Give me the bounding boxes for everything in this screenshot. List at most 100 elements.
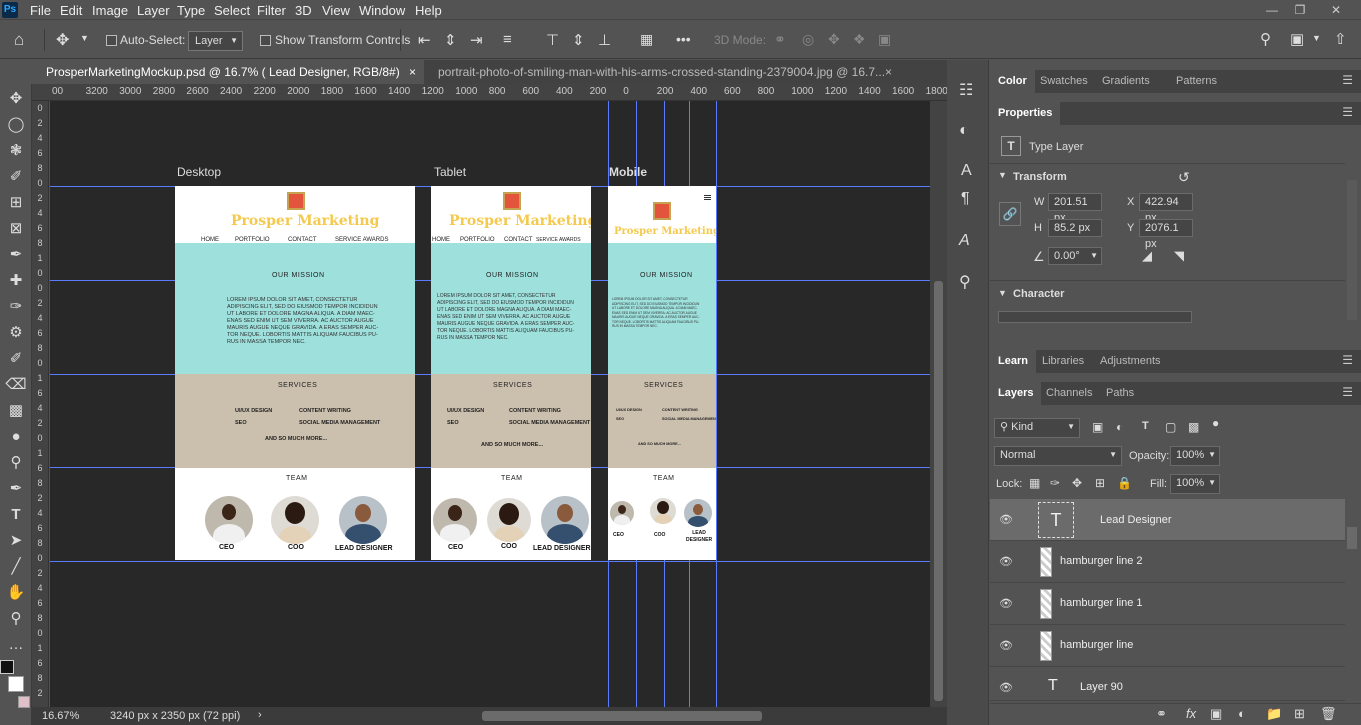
menu-filter[interactable]: Filter — [257, 3, 286, 18]
eyedropper-tool-icon[interactable]: ✒ — [4, 244, 28, 266]
close-tab-icon[interactable]: × — [885, 60, 892, 84]
menu-type[interactable]: Type — [177, 3, 205, 18]
tab-color[interactable]: Color — [990, 70, 1035, 93]
chevron-down-icon[interactable]: ▼ — [998, 288, 1007, 298]
visibility-eye-icon[interactable]: 👁 — [999, 555, 1013, 568]
zoom-level[interactable]: 16.67% — [42, 710, 79, 722]
horizontal-scroll-thumb[interactable] — [482, 711, 762, 721]
align-middle-icon[interactable]: ⇕ — [572, 31, 585, 49]
layer-row-layer-90[interactable]: 👁 T Layer 90 — [990, 667, 1345, 701]
3d-camera-icon[interactable]: ▣ — [878, 31, 891, 48]
minimize-icon[interactable]: — — [1258, 0, 1286, 20]
menu-select[interactable]: Select — [214, 3, 250, 18]
flip-vertical-icon[interactable]: ◥ — [1174, 248, 1184, 264]
3d-roll-icon[interactable]: ◎ — [802, 31, 814, 48]
tab-properties[interactable]: Properties — [990, 102, 1061, 125]
tab-gradients[interactable]: Gradients — [1094, 70, 1158, 93]
align-center-icon[interactable]: ⇕ — [444, 31, 457, 49]
3d-slide-icon[interactable]: ❖ — [853, 31, 866, 48]
artboard-label-mobile[interactable]: Mobile — [609, 165, 647, 179]
properties-scrollbar[interactable] — [1347, 180, 1357, 320]
menu-help[interactable]: Help — [415, 3, 442, 18]
hand-tool-icon[interactable]: ✋ — [4, 582, 28, 604]
visibility-eye-icon[interactable]: 👁 — [999, 639, 1013, 652]
eraser-tool-icon[interactable]: ⌫ — [4, 374, 28, 396]
chevron-down-icon[interactable]: ▼ — [998, 170, 1007, 180]
lock-position-icon[interactable]: ✥ — [1072, 476, 1082, 490]
artboard-tablet[interactable]: Prosper Marketing HOME PORTFOLIO CONTACT… — [431, 186, 591, 560]
panel-menu-icon[interactable]: ☰ — [1342, 105, 1353, 119]
tab-portrait-photo[interactable]: portrait-photo-of-smiling-man-with-his-a… — [424, 60, 904, 84]
fx-icon[interactable]: fx — [1186, 706, 1196, 721]
move-tool-icon[interactable]: ✥ — [4, 88, 28, 110]
fill-input[interactable]: 100% ▼ — [1170, 474, 1220, 494]
menu-view[interactable]: View — [322, 3, 350, 18]
path-select-icon[interactable]: ➤ — [4, 530, 28, 552]
filter-pixel-icon[interactable]: ▣ — [1092, 420, 1103, 434]
height-input[interactable]: 85.2 px — [1048, 219, 1102, 237]
align-left-icon[interactable]: ⇤ — [418, 31, 431, 49]
filter-adjustment-icon[interactable]: ◐ — [1116, 420, 1123, 434]
canvas-area[interactable]: Desktop Tablet Mobile Prosper Marketing … — [50, 101, 930, 707]
tab-learn[interactable]: Learn — [990, 350, 1036, 373]
chevron-down-icon[interactable]: ▼ — [80, 33, 89, 43]
layer-filter-kind[interactable]: ⚲ Kind ▼ — [994, 418, 1080, 438]
menu-file[interactable]: File — [30, 3, 51, 18]
workspace-chevron-icon[interactable]: ▼ — [1312, 33, 1321, 43]
history-icon[interactable]: ☷ — [959, 80, 973, 100]
grid-distribute-icon[interactable]: ▦ — [640, 31, 653, 48]
3d-pan-icon[interactable]: ✥ — [828, 31, 840, 48]
artboard-label-tablet[interactable]: Tablet — [434, 165, 466, 179]
lock-all-icon[interactable]: 🔒 — [1117, 476, 1132, 490]
add-mask-icon[interactable]: ▣ — [1210, 706, 1222, 722]
x-input[interactable]: 422.94 px — [1139, 193, 1193, 224]
character-icon[interactable]: A — [961, 162, 972, 180]
layer-row-hamburger-line-2[interactable]: 👁 hamburger line 2 — [990, 541, 1345, 583]
history-brush-icon[interactable]: ✐ — [4, 348, 28, 370]
delete-layer-icon[interactable]: 🗑 — [1320, 706, 1337, 722]
adjustment-icon[interactable]: ◐ — [959, 122, 969, 140]
new-layer-icon[interactable]: ⊞ — [1294, 706, 1305, 722]
quick-mask-icon[interactable] — [18, 696, 30, 708]
tab-adjustments[interactable]: Adjustments — [1092, 350, 1169, 373]
visibility-eye-icon[interactable]: 👁 — [999, 597, 1013, 610]
brush-tool-icon[interactable]: ✑ — [4, 296, 28, 318]
status-chevron-icon[interactable]: › — [258, 709, 262, 721]
reset-transform-icon[interactable]: ↺ — [1178, 169, 1190, 186]
paragraph-icon[interactable]: ¶ — [961, 190, 970, 208]
flip-horizontal-icon[interactable]: ◢ — [1142, 248, 1152, 264]
panel-menu-icon[interactable]: ☰ — [1342, 73, 1353, 87]
menu-layer[interactable]: Layer — [137, 3, 170, 18]
tab-patterns[interactable]: Patterns — [1168, 70, 1225, 93]
font-family-dropdown[interactable] — [998, 311, 1192, 323]
healing-brush-icon[interactable]: ✚ — [4, 270, 28, 292]
width-input[interactable]: 201.51 px — [1048, 193, 1102, 224]
tab-prosper-mockup[interactable]: ProsperMarketingMockup.psd @ 16.7% ( Lea… — [32, 60, 424, 84]
workspace-icon[interactable]: ▣ — [1290, 30, 1304, 48]
quick-select-tool-icon[interactable]: ✐ — [4, 166, 28, 188]
foreground-color-swatch[interactable] — [0, 660, 14, 674]
visibility-eye-icon[interactable]: 👁 — [999, 513, 1013, 526]
show-transform-checkbox[interactable] — [260, 35, 271, 46]
more-tools-icon[interactable]: … — [4, 634, 28, 656]
lasso-tool-icon[interactable]: ❃ — [4, 140, 28, 162]
auto-select-dropdown[interactable]: Layer ▼ — [188, 31, 243, 51]
filter-toggle-icon[interactable]: ● — [1212, 416, 1219, 430]
background-color-swatch[interactable] — [8, 676, 24, 692]
new-adjustment-icon[interactable]: ◐ — [1238, 706, 1246, 721]
pen-tool-icon[interactable]: ✒ — [4, 478, 28, 500]
tab-channels[interactable]: Channels — [1038, 382, 1100, 405]
close-window-icon[interactable]: ✕ — [1322, 0, 1350, 20]
lock-transparency-icon[interactable]: ▦ — [1029, 476, 1040, 490]
link-dimensions-icon[interactable]: 🔗 — [999, 202, 1021, 226]
visibility-eye-icon[interactable]: 👁 — [999, 681, 1013, 694]
auto-select-checkbox[interactable] — [106, 35, 117, 46]
vertical-scroll-thumb[interactable] — [934, 281, 943, 701]
align-top-icon[interactable]: ⊤ — [546, 31, 559, 49]
menu-edit[interactable]: Edit — [60, 3, 82, 18]
move-tool-icon[interactable]: ✥ — [56, 30, 69, 50]
layer-row-lead-designer[interactable]: 👁 T Lead Designer — [990, 499, 1345, 541]
menu-window[interactable]: Window — [359, 3, 405, 18]
line-tool-icon[interactable]: ╱ — [4, 556, 28, 578]
glyphs-icon[interactable]: A — [959, 232, 970, 250]
